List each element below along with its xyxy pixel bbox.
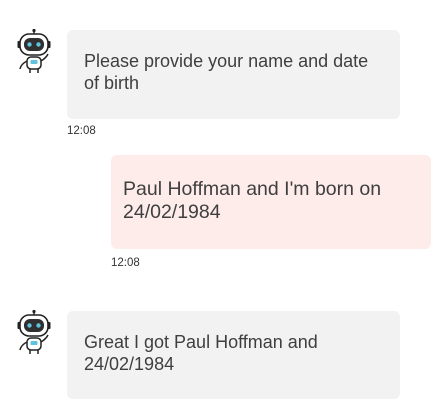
message-timestamp: 12:08: [67, 125, 96, 137]
message-bubble: Please provide your name and date of bir…: [67, 30, 400, 119]
message-timestamp: 12:08: [111, 257, 140, 269]
robot-icon: [17, 309, 51, 354]
message-bubble: Paul Hoffman and I'm born on 24/02/1984: [111, 155, 431, 249]
robot-icon: [17, 28, 51, 73]
message-bubble: Great I got Paul Hoffman and 24/02/1984: [67, 311, 400, 399]
